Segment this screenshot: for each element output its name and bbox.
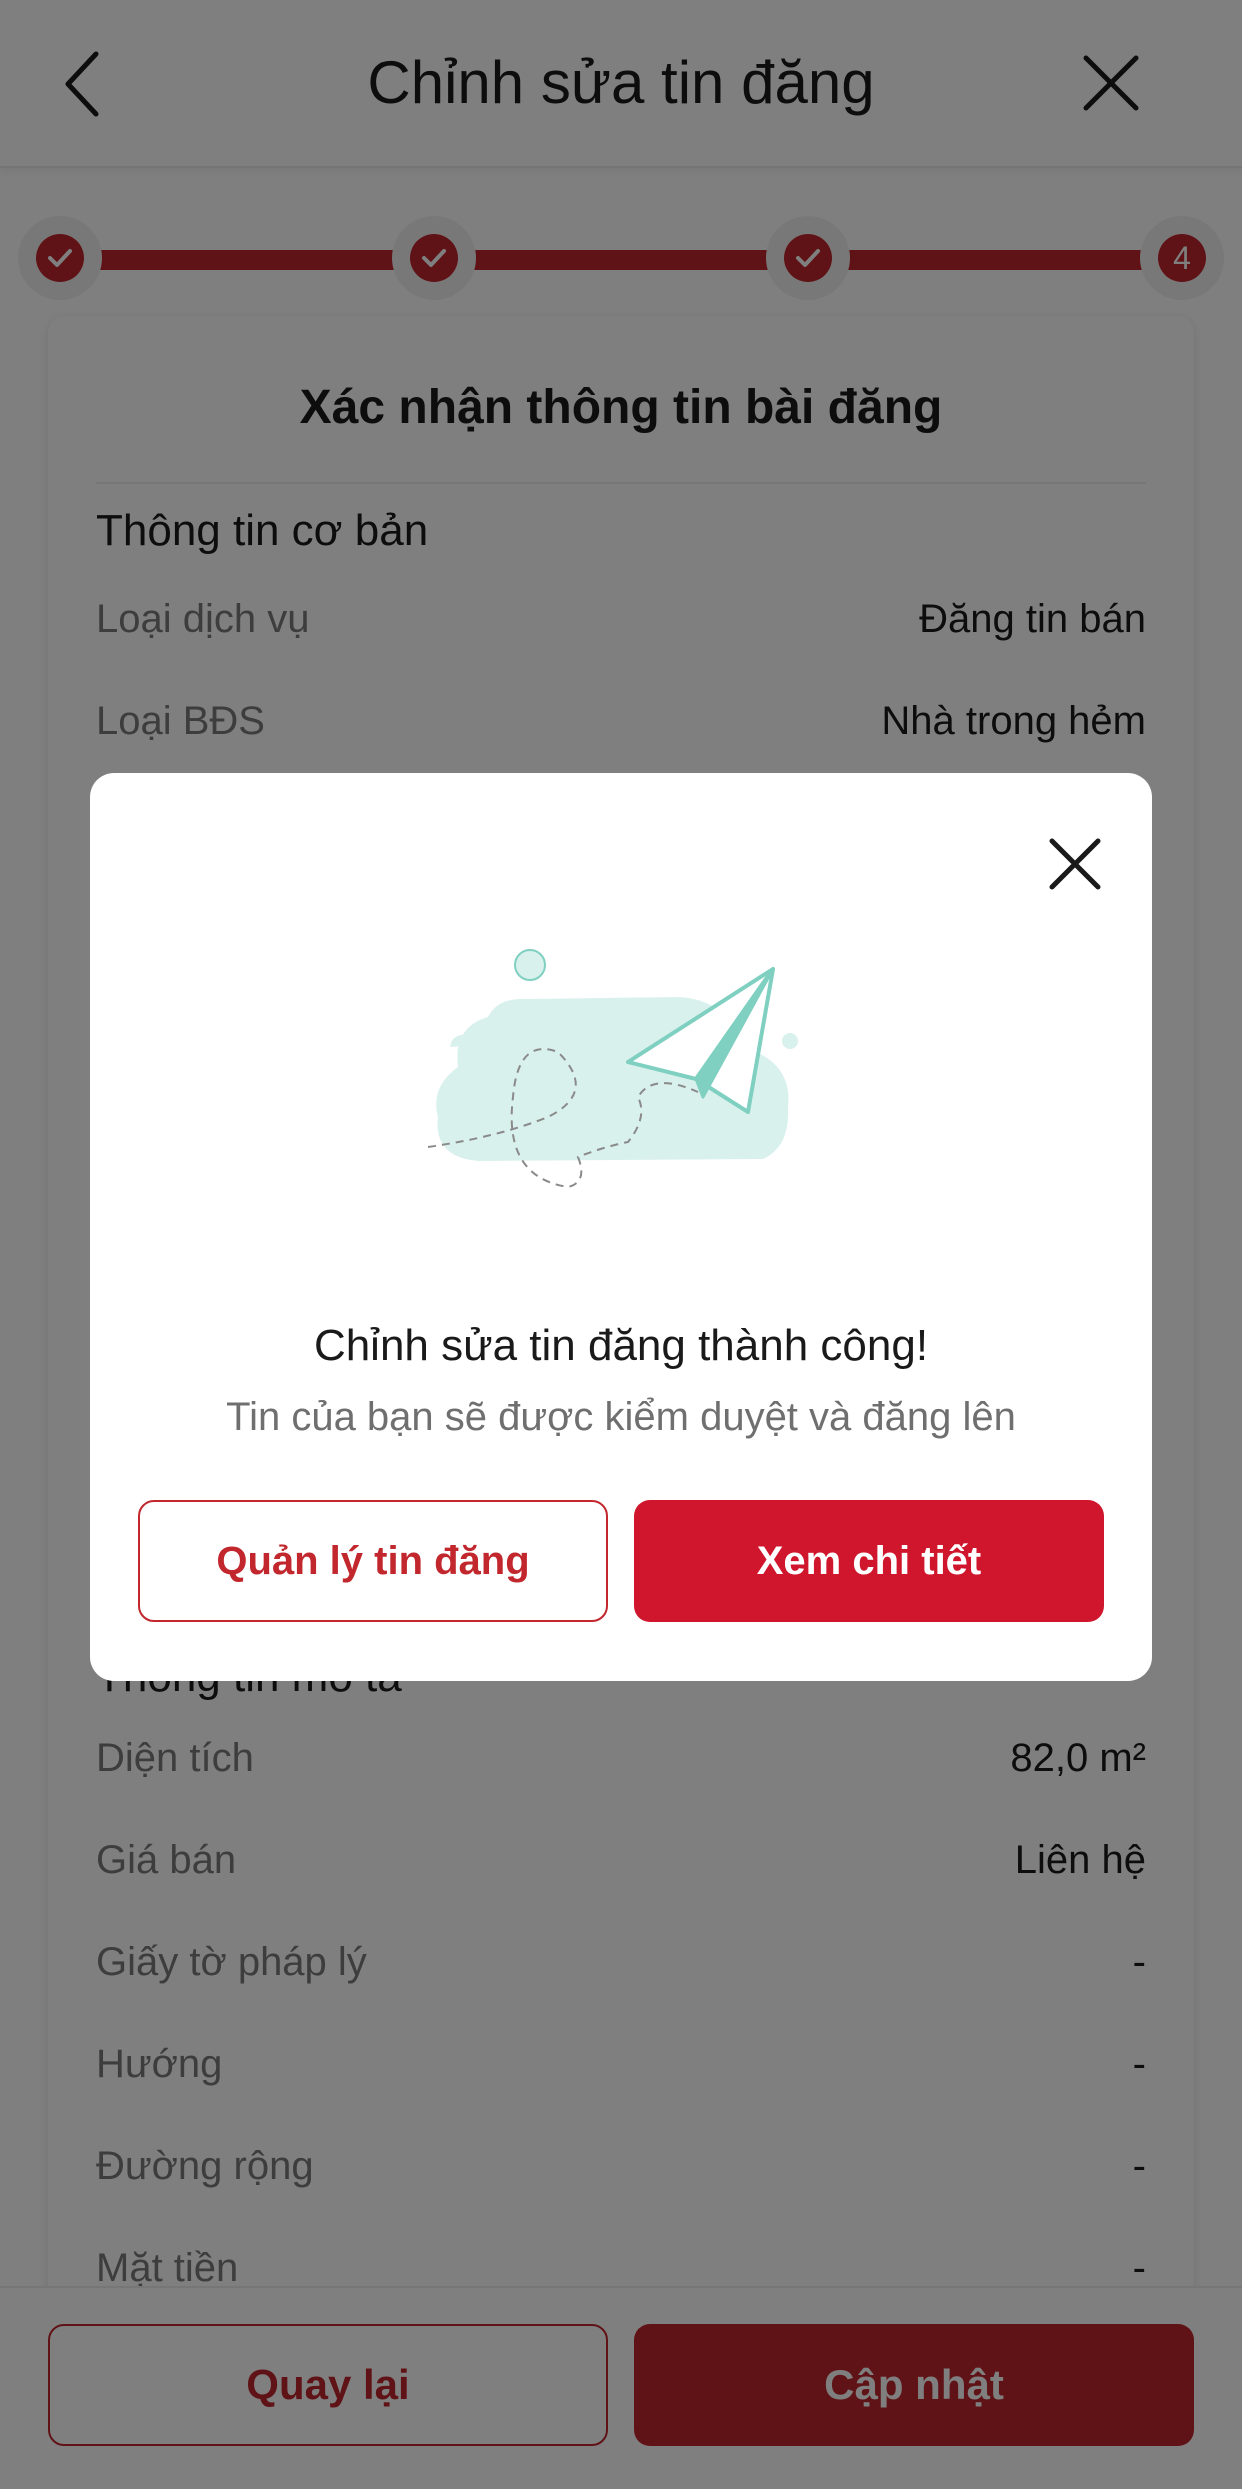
close-icon[interactable] — [1044, 833, 1106, 895]
paper-plane-icon — [428, 949, 798, 1189]
success-dialog: Chỉnh sửa tin đăng thành công! Tin của b… — [90, 773, 1152, 1681]
dialog-title: Chỉnh sửa tin đăng thành công! — [313, 1321, 929, 1370]
view-details-button[interactable]: Xem chi tiết — [634, 1500, 1104, 1622]
manage-posts-button[interactable]: Quản lý tin đăng — [138, 1500, 608, 1622]
dialog-subtitle: Tin của bạn sẽ được kiểm duyệt và đăng l… — [226, 1395, 1016, 1439]
